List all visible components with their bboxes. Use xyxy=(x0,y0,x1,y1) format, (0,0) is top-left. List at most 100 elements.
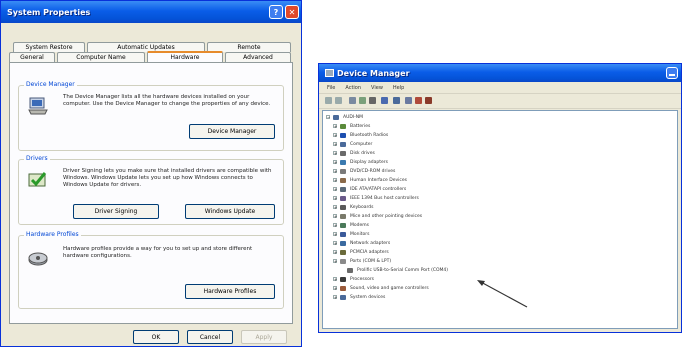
expand-icon[interactable]: + xyxy=(333,169,337,174)
device-tree-item[interactable]: + Mice and other pointing devices xyxy=(333,212,422,220)
device-tree-item[interactable]: + Keyboards xyxy=(333,203,374,211)
refresh-icon[interactable] xyxy=(359,97,366,104)
collapse-icon[interactable]: − xyxy=(326,115,330,120)
tab-label: System Restore xyxy=(25,44,73,51)
device-category-icon xyxy=(340,213,346,219)
expand-icon[interactable]: + xyxy=(333,232,337,237)
driver-check-icon xyxy=(28,172,47,187)
expand-icon[interactable]: + xyxy=(333,250,337,255)
device-category-icon xyxy=(340,186,346,192)
expand-icon[interactable]: + xyxy=(333,223,337,228)
device-tree-item[interactable]: + Batteries xyxy=(333,122,370,130)
device-category-icon xyxy=(340,177,346,183)
tab-label: General xyxy=(20,54,44,61)
windows-update-button[interactable]: Windows Update xyxy=(185,204,275,219)
device-category-icon xyxy=(340,222,346,228)
help-button[interactable]: ? xyxy=(269,5,283,19)
uninstall-icon[interactable] xyxy=(415,97,422,104)
title-bar[interactable]: Device Manager xyxy=(319,64,681,82)
expand-icon[interactable]: + xyxy=(333,142,337,147)
device-category-icon xyxy=(340,285,346,291)
back-icon[interactable] xyxy=(325,97,332,104)
device-tree-item[interactable]: + Disk drives xyxy=(333,149,375,157)
device-manager-window: Device Manager File Action View Help − A… xyxy=(318,63,682,333)
tab-general[interactable]: General xyxy=(9,52,55,62)
cancel-button[interactable]: Cancel xyxy=(187,330,233,344)
menu-help[interactable]: Help xyxy=(393,85,404,91)
device-tree-item[interactable]: + Network adapters xyxy=(333,239,390,247)
expand-icon[interactable]: + xyxy=(333,214,337,219)
device-tree-item[interactable]: + DVD/CD-ROM drives xyxy=(333,167,395,175)
hardware-profiles-button[interactable]: Hardware Profiles xyxy=(185,284,275,299)
computer-icon xyxy=(333,114,339,120)
device-manager-button[interactable]: Device Manager xyxy=(189,124,275,139)
device-label: Sound, video and game controllers xyxy=(350,285,429,291)
expand-icon[interactable]: + xyxy=(333,277,337,282)
device-tree-item[interactable]: + Display adapters xyxy=(333,158,388,166)
device-tree-item[interactable]: + Human Interface Devices xyxy=(333,176,407,184)
tab-advanced[interactable]: Advanced xyxy=(225,52,291,62)
device-tree-item[interactable]: + PCMCIA adapters xyxy=(333,248,389,256)
device-tree-item[interactable]: + Sound, video and game controllers xyxy=(333,284,429,292)
expand-icon[interactable]: + xyxy=(333,124,337,129)
scan-icon[interactable] xyxy=(393,97,400,104)
tab-label: Automatic Updates xyxy=(117,44,175,51)
device-tree-item[interactable]: + Processors xyxy=(333,275,374,283)
tab-label: Advanced xyxy=(243,54,273,61)
device-label: PCMCIA adapters xyxy=(350,249,389,255)
device-category-icon xyxy=(340,150,346,156)
device-tree-item[interactable]: + Modems xyxy=(333,221,369,229)
expand-icon[interactable]: + xyxy=(333,295,337,300)
expand-icon[interactable]: + xyxy=(333,178,337,183)
drivers-group: Drivers Driver Signing lets you make sur… xyxy=(18,155,284,225)
properties-icon[interactable] xyxy=(349,97,356,104)
expand-icon[interactable]: + xyxy=(333,133,337,138)
close-button[interactable]: ✕ xyxy=(285,5,299,19)
expand-icon[interactable]: + xyxy=(333,286,337,291)
device-tree-child-item[interactable]: Prolific USB-to-Serial Comm Port (COM4) xyxy=(347,266,448,274)
update-icon[interactable] xyxy=(405,97,412,104)
ok-button[interactable]: OK xyxy=(133,330,179,344)
tab-computer-name[interactable]: Computer Name xyxy=(57,52,145,62)
window-title: Device Manager xyxy=(337,68,410,78)
menu-view[interactable]: View xyxy=(371,85,383,91)
expand-icon[interactable]: + xyxy=(333,151,337,156)
device-tree-item[interactable]: + Bluetooth Radios xyxy=(333,131,388,139)
menu-action[interactable]: Action xyxy=(345,85,361,91)
device-category-icon xyxy=(340,231,346,237)
hardware-profiles-group: Hardware Profiles Hardware profiles prov… xyxy=(18,231,284,309)
expand-icon[interactable]: + xyxy=(333,259,337,264)
button-label: Windows Update xyxy=(204,208,256,215)
title-bar[interactable]: System Properties xyxy=(1,1,301,23)
tab-hardware[interactable]: Hardware xyxy=(147,51,223,62)
driver-signing-button[interactable]: Driver Signing xyxy=(73,204,159,219)
device-label: Keyboards xyxy=(350,204,374,210)
device-tree-item[interactable]: + System devices xyxy=(333,293,385,301)
minimize-button[interactable] xyxy=(666,67,678,79)
tree-root[interactable]: − AUDI-NM xyxy=(326,113,363,121)
print-icon[interactable] xyxy=(369,97,376,104)
device-tree-item[interactable]: + Monitors xyxy=(333,230,369,238)
expand-icon[interactable]: + xyxy=(333,187,337,192)
device-category-icon xyxy=(340,258,346,264)
device-label: Network adapters xyxy=(350,240,391,246)
device-tree-item[interactable]: + Computer xyxy=(333,140,372,148)
forward-icon[interactable] xyxy=(335,97,342,104)
tab-system-restore[interactable]: System Restore xyxy=(13,42,85,52)
device-label: DVD/CD-ROM drives xyxy=(350,168,396,174)
device-tree-item[interactable]: + IEEE 1394 Bus host controllers xyxy=(333,194,419,202)
expand-icon[interactable]: + xyxy=(333,241,337,246)
expand-icon[interactable]: + xyxy=(333,196,337,201)
device-tree-item[interactable]: + Ports (COM & LPT) xyxy=(333,257,391,265)
window-title: System Properties xyxy=(7,7,91,17)
apply-button[interactable]: Apply xyxy=(241,330,287,344)
system-properties-window: System Properties ? ✕ System Restore Aut… xyxy=(0,0,302,347)
button-label: Driver Signing xyxy=(94,208,138,215)
menu-file[interactable]: File xyxy=(327,85,335,91)
expand-icon[interactable]: + xyxy=(333,160,337,165)
disable-icon[interactable] xyxy=(425,97,432,104)
group-heading: Device Manager xyxy=(24,81,77,88)
expand-icon[interactable]: + xyxy=(333,205,337,210)
help-icon[interactable] xyxy=(381,97,388,104)
device-tree-item[interactable]: + IDE ATA/ATAPI controllers xyxy=(333,185,406,193)
